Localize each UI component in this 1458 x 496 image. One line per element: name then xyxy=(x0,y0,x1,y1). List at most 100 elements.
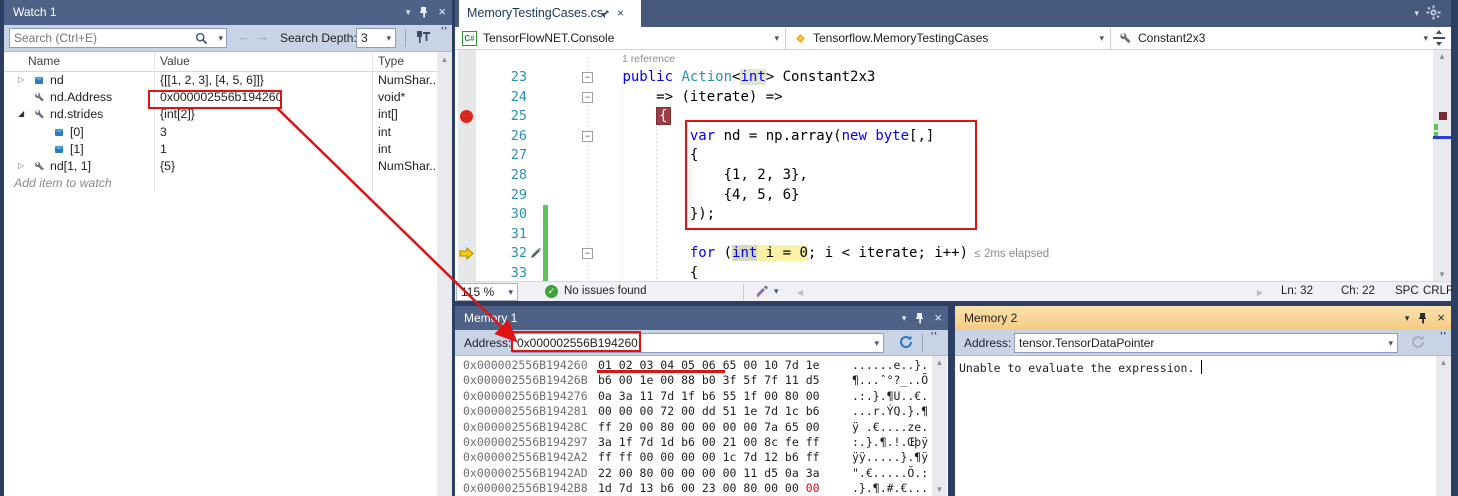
memory2-scrollbar[interactable]: ▲ xyxy=(1436,356,1451,496)
address-input[interactable]: 0x000002556B194260 ▾ xyxy=(512,333,884,353)
memory-hex-bytes[interactable]: 0a 3a 11 7d 1f b6 55 1f 00 80 00 xyxy=(598,389,820,404)
column-name[interactable]: Name xyxy=(28,54,60,68)
code-line[interactable]: for (int i = 0; i < iterate; i++) ≤ 2ms … xyxy=(555,244,1049,264)
code-line[interactable]: { xyxy=(555,264,698,281)
pin-icon[interactable] xyxy=(1418,312,1428,324)
memory1-hex-dump[interactable]: 0x000002556B19426001 02 03 04 05 06 65 0… xyxy=(455,356,932,496)
watch-value[interactable]: 0x000002556b194260 xyxy=(160,90,282,104)
search-input[interactable]: Search (Ctrl+E) ▾ xyxy=(9,28,227,48)
code-token: byte xyxy=(875,128,909,144)
window-position-icon[interactable]: ▾ xyxy=(1405,306,1410,330)
memory-hex-bytes[interactable]: ff 20 00 80 00 00 00 00 7a 65 00 xyxy=(598,420,820,435)
issues-label[interactable]: No issues found xyxy=(564,285,646,297)
reference-count-label[interactable]: 1 reference xyxy=(622,53,675,65)
column-type[interactable]: Type xyxy=(378,54,404,68)
watch-row[interactable]: [1]1int xyxy=(4,141,437,158)
code-line[interactable]: public Action<int> Constant2x3 xyxy=(555,68,875,88)
memory-hex-bytes[interactable]: 3a 1f 7d 1d b6 00 21 00 8c fe ff xyxy=(598,435,820,450)
memory1-scrollbar[interactable]: ▲ ▼ xyxy=(932,356,947,496)
horizontal-scrollbar[interactable]: ◀ ▶ xyxy=(795,284,1265,300)
watch-row[interactable]: [0]3int xyxy=(4,124,437,141)
watch-value[interactable]: {[[1, 2, 3], [4, 5, 6]]} xyxy=(160,73,264,87)
refresh-icon[interactable] xyxy=(898,334,914,350)
format-specifier-icon[interactable] xyxy=(414,28,432,46)
tab-pin-icon[interactable] xyxy=(600,8,611,19)
toolbar-overflow-icon[interactable]: '' xyxy=(1440,331,1447,342)
watch-scrollbar[interactable]: ▲ xyxy=(437,52,452,496)
watch-row[interactable]: ◢nd.strides{int[2]}int[] xyxy=(4,106,437,123)
code-line[interactable]: => (iterate) => xyxy=(555,88,783,108)
issues-check-icon[interactable]: ✓ xyxy=(545,285,558,298)
toolbar-overflow-icon[interactable]: '' xyxy=(441,26,448,37)
watch-value[interactable]: {int[2]} xyxy=(160,107,195,121)
memory1-title-bar[interactable]: Memory 1 ▾ × xyxy=(455,306,948,330)
type-dropdown[interactable]: Tensorflow.MemoryTestingCases ▾ xyxy=(789,28,1111,49)
address-input[interactable]: tensor.TensorDataPointer ▾ xyxy=(1014,333,1398,353)
watch-value[interactable]: 3 xyxy=(160,125,167,139)
search-icon[interactable] xyxy=(195,32,208,45)
project-dropdown[interactable]: C# TensorFlowNET.Console ▾ xyxy=(458,28,786,49)
watch-title-bar[interactable]: Watch 1 ▾ × xyxy=(4,0,452,25)
column-value[interactable]: Value xyxy=(160,54,190,68)
memory-ascii: ÿ .€....ze. xyxy=(852,420,928,435)
expander-expanded-icon[interactable]: ◢ xyxy=(18,109,24,118)
scrollbar-position-marker xyxy=(1433,136,1451,139)
add-watch-row[interactable]: Add item to watch xyxy=(4,175,437,192)
zoom-select[interactable]: 115 % ▾ xyxy=(456,283,518,301)
code-line[interactable]: { xyxy=(555,107,671,127)
field-cube-icon xyxy=(54,144,64,154)
search-forward-icon[interactable]: → xyxy=(256,29,269,44)
code-line[interactable]: {1, 2, 3}, xyxy=(555,166,808,186)
member-dropdown[interactable]: Constant2x3 ▾ xyxy=(1114,28,1434,49)
watch-value[interactable]: {5} xyxy=(160,159,175,173)
window-position-icon[interactable]: ▾ xyxy=(902,306,907,330)
memory-hex-bytes[interactable]: 22 00 80 00 00 00 00 11 d5 0a 3a xyxy=(598,466,820,481)
expander-collapsed-icon[interactable]: ▷ xyxy=(18,161,24,170)
gear-icon[interactable] xyxy=(1426,5,1441,20)
watch-name[interactable]: [0] xyxy=(70,125,84,139)
tab-close-icon[interactable]: × xyxy=(617,0,624,26)
expander-collapsed-icon[interactable]: ▷ xyxy=(18,75,24,84)
code-token: int xyxy=(740,69,765,85)
memory-hex-bytes[interactable]: 1d 7d 13 b6 00 23 00 80 00 00 00 xyxy=(598,481,820,496)
code-editor[interactable]: 1 reference 23− public Action<int> Const… xyxy=(455,50,1433,281)
document-tab[interactable]: MemoryTestingCases.cs × xyxy=(459,0,641,27)
code-line[interactable]: var nd = np.array(new byte[,] xyxy=(555,127,934,147)
pin-icon[interactable] xyxy=(419,6,429,18)
watch-row[interactable]: ▷nd[1, 1]{5}NumShar... xyxy=(4,158,437,175)
code-cleanup-icon[interactable] xyxy=(755,284,770,299)
editor-scrollbar[interactable]: ▲ ▼ xyxy=(1433,50,1451,281)
search-depth-select[interactable]: 3 ▾ xyxy=(356,28,396,48)
breakpoint-margin[interactable] xyxy=(458,50,476,281)
watch-name[interactable]: nd xyxy=(50,73,64,87)
close-icon[interactable]: × xyxy=(1437,306,1445,330)
toolbar-overflow-icon[interactable]: '' xyxy=(931,331,938,342)
code-line[interactable]: }); xyxy=(555,205,715,225)
memory-hex-bytes[interactable]: ff ff 00 00 00 00 1c 7d 12 b6 ff xyxy=(598,450,820,465)
code-line[interactable]: { xyxy=(555,146,698,166)
close-icon[interactable]: × xyxy=(934,306,942,330)
memory2-content[interactable]: Unable to evaluate the expression. xyxy=(955,356,1436,496)
watch-name[interactable]: nd.Address xyxy=(50,90,112,104)
window-position-icon[interactable]: ▾ xyxy=(406,0,411,24)
watch-name[interactable]: [1] xyxy=(70,142,84,156)
watch-name[interactable]: nd.strides xyxy=(50,107,103,121)
refresh-icon-disabled[interactable] xyxy=(1410,334,1426,350)
watch-row[interactable]: ▷nd{[[1, 2, 3], [4, 5, 6]]}NumShar... xyxy=(4,72,437,89)
code-line[interactable]: {4, 5, 6} xyxy=(555,186,799,206)
pin-icon[interactable] xyxy=(915,312,925,324)
search-back-icon[interactable]: ← xyxy=(238,29,251,44)
close-icon[interactable]: × xyxy=(438,0,446,24)
memory-hex-bytes[interactable]: 00 00 00 72 00 dd 51 1e 7d 1c b6 xyxy=(598,404,820,419)
watch-name[interactable]: nd[1, 1] xyxy=(50,159,91,173)
add-item-label[interactable]: Add item to watch xyxy=(14,176,112,190)
search-options-icon[interactable]: ▾ xyxy=(218,33,223,44)
code-cleanup-dropdown-icon[interactable]: ▾ xyxy=(774,286,779,297)
watch-value[interactable]: 1 xyxy=(160,142,167,156)
watch-row[interactable]: nd.Address0x000002556b194260void* xyxy=(4,89,437,106)
memory-hex-bytes[interactable]: b6 00 1e 00 88 b0 3f 5f 7f 11 d5 xyxy=(598,373,820,388)
memory2-title-bar[interactable]: Memory 2 ▾ × xyxy=(955,306,1451,330)
line-number: 32 xyxy=(495,244,527,264)
tabstrip-dropdown-icon[interactable]: ▾ xyxy=(1414,8,1419,19)
split-window-icon[interactable] xyxy=(1432,30,1446,46)
